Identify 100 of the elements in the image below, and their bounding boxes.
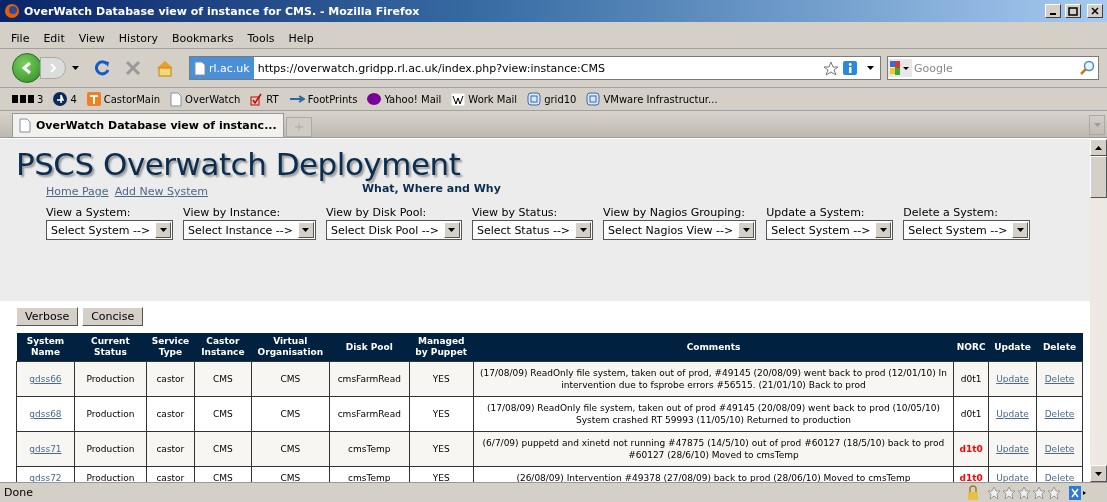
page-icon: [194, 60, 206, 76]
view-button[interactable]: Concise: [82, 307, 144, 326]
minimize-button[interactable]: [1045, 4, 1061, 18]
table-cell: CMS: [251, 361, 330, 397]
reload-icon[interactable]: [93, 59, 111, 77]
table-cell: YES: [409, 396, 474, 432]
select-dropdown[interactable]: Select Instance -->: [183, 220, 316, 240]
scroll-down-button[interactable]: [1090, 465, 1107, 482]
maximize-icon: [1068, 6, 1078, 16]
delete-link[interactable]: Delete: [1044, 374, 1075, 384]
table-cell: CMS: [251, 396, 330, 432]
norc-value: d0t1: [960, 374, 982, 384]
table-cell: Production: [74, 396, 147, 432]
select-dropdown[interactable]: Select System -->: [766, 220, 894, 240]
back-button[interactable]: [12, 53, 42, 83]
select-dropdown[interactable]: Select System -->: [903, 220, 1031, 240]
bookmark[interactable]: 4: [53, 92, 77, 106]
blocks-icon: [12, 95, 34, 103]
plus-icon: [294, 123, 303, 131]
caret-icon: [1016, 228, 1024, 232]
menu-item[interactable]: Bookmarks: [165, 31, 241, 45]
select-dropdown[interactable]: Select Disk Pool -->: [326, 220, 462, 240]
table-cell: YES: [409, 361, 474, 397]
selector-label: View by Instance:: [183, 206, 282, 219]
update-link[interactable]: Update: [996, 444, 1029, 454]
caret-icon: [302, 228, 310, 232]
table-cell: castor: [146, 361, 195, 397]
table-cell: (17/08/09) ReadOnly file system, taken out of prod #49145 (20/08/09) went back to prod (10/05/10) System crashed RT 59993 (11/05/10) Returned to production: [473, 396, 954, 432]
column-header: Current Status: [74, 333, 147, 362]
arrow-icon: [288, 95, 305, 103]
bookmark[interactable]: CastorMain: [86, 92, 161, 106]
browser-tab[interactable]: OverWatch Database view of instanc...: [12, 113, 284, 137]
norc-value: d1t0: [959, 444, 983, 454]
selector-label: View by Status:: [471, 206, 559, 219]
bookmark[interactable]: 3: [12, 93, 44, 105]
bookmark[interactable]: Work Mail: [451, 92, 518, 106]
page-link[interactable]: Home Page: [46, 185, 109, 198]
star-icon[interactable]: [823, 60, 839, 76]
bookmark[interactable]: RT: [250, 92, 279, 106]
table-cell: (6/7/09) puppetd and xinetd not running #47875 (14/5/10) out of prod #60127 (18/5/10) back to prod #60127 (28/6/10) Moved to cmsTemp: [473, 431, 954, 467]
menu-item[interactable]: View: [71, 31, 112, 45]
caret-icon: [448, 228, 456, 232]
bookmark[interactable]: OverWatch: [170, 91, 241, 107]
bookmark[interactable]: grid10: [527, 92, 577, 106]
caret-icon: [742, 228, 750, 232]
menu-item[interactable]: File: [4, 31, 37, 45]
table-cell: Production: [74, 361, 147, 397]
caret-icon: [1095, 471, 1102, 476]
caret-icon: [579, 228, 587, 232]
status-text: Done: [4, 486, 34, 499]
search-engine-icon[interactable]: [888, 59, 912, 77]
select-dropdown[interactable]: Select Nagios View -->: [603, 220, 757, 240]
update-link[interactable]: Update: [996, 409, 1029, 419]
caret-icon: [1093, 123, 1101, 127]
menu-item[interactable]: History: [111, 31, 165, 45]
search-icon[interactable]: [1079, 60, 1095, 76]
bookmark[interactable]: VMware Infrastructur...: [586, 92, 718, 106]
bookmark[interactable]: FootPrints: [288, 93, 358, 105]
table-cell: cmsFarmRead: [329, 396, 410, 432]
system-link[interactable]: gdss66: [29, 374, 62, 384]
delete-link[interactable]: Delete: [1044, 409, 1075, 419]
window-title: OverWatch Database view of instance for CMS. - Mozilla Firefox: [24, 4, 421, 18]
network-icon: [586, 92, 601, 106]
column-header: Disk Pool: [329, 333, 410, 362]
bookmark[interactable]: Yahoo! Mail: [367, 93, 442, 105]
system-link[interactable]: gdss71: [29, 444, 62, 454]
select-dropdown[interactable]: Select Status -->: [471, 220, 594, 240]
column-header: System Name: [16, 333, 75, 362]
page-link[interactable]: Add New System: [114, 185, 208, 198]
addon-icon[interactable]: [1069, 485, 1087, 500]
column-header: NORC: [953, 333, 989, 362]
selector-label: Delete a System:: [903, 206, 999, 219]
close-icon: [1091, 7, 1099, 15]
caret-icon: [879, 228, 887, 232]
close-button[interactable]: [1087, 4, 1103, 18]
column-header: Castor Instance: [194, 333, 252, 362]
update-link[interactable]: Update: [996, 374, 1029, 384]
system-link[interactable]: gdss68: [29, 409, 62, 419]
delete-link[interactable]: Delete: [1044, 444, 1075, 454]
scroll-thumb[interactable]: [1090, 156, 1107, 198]
select-dropdown[interactable]: Select System -->: [46, 220, 174, 240]
scroll-up-button[interactable]: [1090, 139, 1107, 156]
column-header: Virtual Organisation: [251, 333, 330, 362]
norc-value: d0t1: [960, 409, 982, 419]
table-cell: CMS: [194, 431, 252, 467]
maximize-button[interactable]: [1065, 4, 1081, 18]
norc-value: d1t0: [959, 473, 983, 482]
info-icon[interactable]: [843, 61, 857, 75]
firefox-icon: [4, 3, 20, 19]
search-field[interactable]: Google: [887, 56, 1099, 80]
address-bar[interactable]: rl.ac.uk https://overwatch.gridpp.rl.ac.uk/index.php?view:instance:CMS: [189, 56, 881, 80]
menu-item[interactable]: Tools: [240, 31, 282, 45]
menu-item[interactable]: Edit: [36, 31, 72, 45]
view-button[interactable]: Verbose: [16, 307, 79, 326]
table-cell: CMS: [194, 396, 252, 432]
table-cell: castor: [146, 431, 195, 467]
letter-w-icon: [451, 92, 466, 106]
caret-icon: [72, 66, 79, 70]
menu-item[interactable]: Help: [281, 31, 321, 45]
page-icon: [170, 91, 183, 107]
